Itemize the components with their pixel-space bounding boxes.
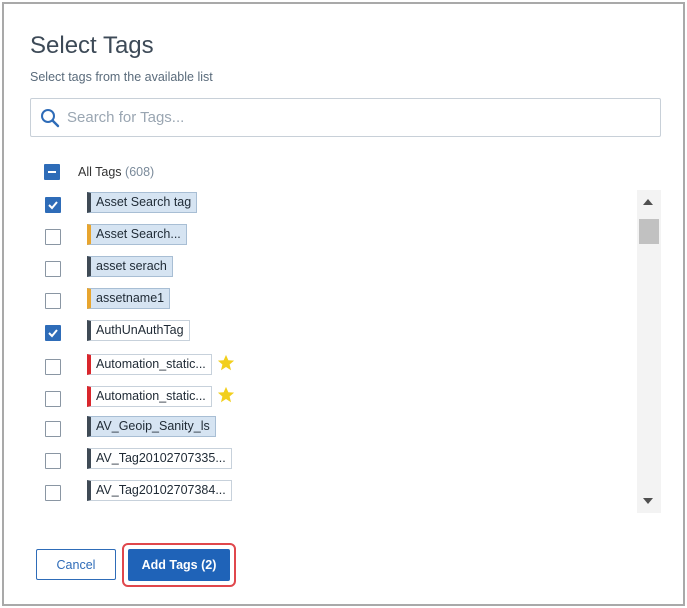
tag-checkbox[interactable] [45, 197, 61, 213]
tag-chip: assetname1 [87, 288, 171, 309]
tag-checkbox[interactable] [45, 359, 61, 375]
dialog-title: Select Tags [30, 32, 154, 59]
tag-chip: AV_Tag20102707384... [87, 480, 232, 501]
tag-list: Asset Search tag Asset Search... asset ser… [30, 188, 635, 515]
tag-chip: Automation_static... [87, 386, 212, 407]
tag-row[interactable]: AuthUnAuthTag [30, 320, 630, 344]
tag-row[interactable]: Automation_static... [30, 354, 630, 378]
tag-checkbox[interactable] [45, 229, 61, 245]
add-tags-highlight: Add Tags (2) [122, 543, 236, 587]
tag-row[interactable]: Asset Search tag [30, 192, 630, 216]
tag-chip: AuthUnAuthTag [87, 320, 190, 341]
tag-row[interactable]: Asset Search... [30, 224, 630, 248]
tag-chip: Automation_static... [87, 354, 212, 375]
all-tags-text: All Tags [78, 165, 122, 179]
tag-row[interactable]: asset serach [30, 256, 630, 280]
tag-checkbox[interactable] [45, 421, 61, 437]
scrollbar-thumb[interactable] [639, 219, 659, 244]
star-icon [217, 386, 235, 403]
dialog-subtitle: Select tags from the available list [30, 70, 213, 84]
search-icon [41, 109, 60, 128]
cancel-button[interactable]: Cancel [36, 549, 116, 580]
tag-row[interactable]: AV_Geoip_Sanity_ls [30, 416, 630, 440]
tag-chip: AV_Tag20102707335... [87, 448, 232, 469]
tag-checkbox[interactable] [45, 391, 61, 407]
tag-checkbox[interactable] [45, 293, 61, 309]
tag-list-scrollbar[interactable] [637, 190, 661, 513]
scroll-down-icon[interactable] [641, 495, 655, 507]
tag-chip: Asset Search... [87, 224, 187, 245]
check-icon [48, 329, 58, 338]
tag-row[interactable]: AV_Tag20102707384... [30, 480, 630, 504]
tag-chip: AV_Geoip_Sanity_ls [87, 416, 216, 437]
tag-row[interactable]: Automation_static... [30, 386, 630, 410]
tag-checkbox[interactable] [45, 325, 61, 341]
add-tags-button[interactable]: Add Tags (2) [128, 549, 230, 581]
check-icon [48, 201, 58, 210]
minus-icon [48, 171, 56, 173]
tag-checkbox[interactable] [45, 261, 61, 277]
select-tags-dialog: Select Tags Select tags from the availab… [2, 2, 685, 606]
all-tags-label: All Tags (608) [78, 165, 154, 179]
search-input[interactable] [67, 99, 657, 136]
tag-row[interactable]: assetname1 [30, 288, 630, 312]
tag-chip: Asset Search tag [87, 192, 198, 213]
scroll-up-icon[interactable] [641, 196, 655, 208]
star-icon [217, 354, 235, 371]
all-tags-count: (608) [125, 165, 155, 179]
tag-row[interactable]: AV_Tag20102707335... [30, 448, 630, 472]
all-tags-checkbox[interactable] [44, 164, 60, 180]
search-box [30, 98, 661, 137]
tag-checkbox[interactable] [45, 453, 61, 469]
tag-checkbox[interactable] [45, 485, 61, 501]
tag-chip: asset serach [87, 256, 173, 277]
